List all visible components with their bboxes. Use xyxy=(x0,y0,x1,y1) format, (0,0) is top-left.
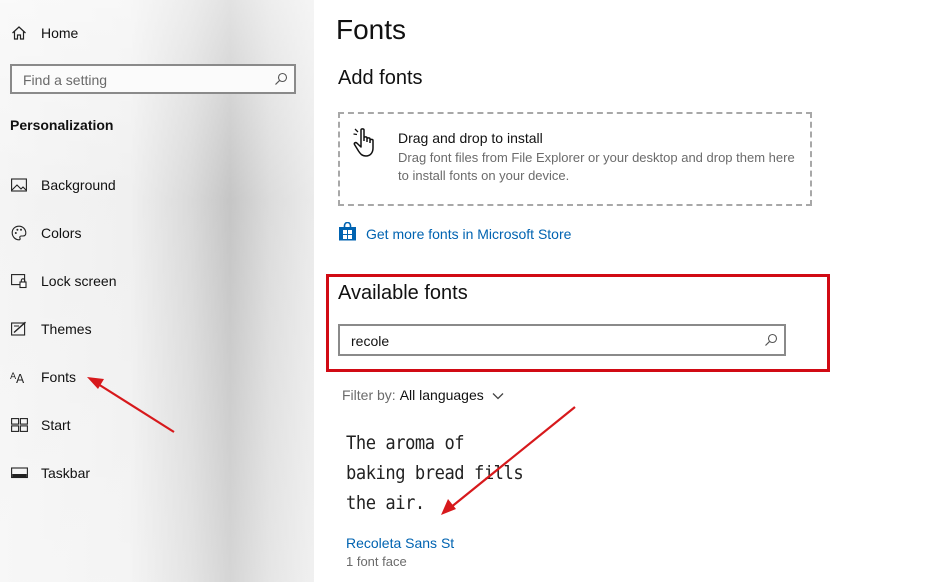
fonts-page: Fonts Add fonts Drag and drop to install… xyxy=(314,0,926,582)
available-fonts-heading: Available fonts xyxy=(338,282,468,304)
svg-text:A: A xyxy=(16,372,25,384)
sidebar-item-label: Background xyxy=(41,177,116,193)
language-filter[interactable]: Filter by: All languages xyxy=(342,387,504,403)
themes-icon xyxy=(10,320,28,338)
page-title: Fonts xyxy=(336,14,407,45)
font-drop-zone[interactable]: Drag and drop to install Drag font files… xyxy=(338,112,812,206)
home-icon xyxy=(10,24,28,42)
preview-line: baking bread fills xyxy=(346,462,524,484)
palette-icon xyxy=(10,224,28,242)
sidebar-item-label: Colors xyxy=(41,225,82,241)
find-setting-input[interactable]: Find a setting xyxy=(10,64,296,94)
sidebar-item-label: Home xyxy=(41,25,79,41)
sidebar-item-label: Start xyxy=(41,417,71,433)
sidebar-item-lock-screen[interactable]: Lock screen xyxy=(0,257,314,305)
start-icon xyxy=(10,416,28,434)
chevron-down-icon[interactable] xyxy=(492,387,504,403)
preview-line: the air. xyxy=(346,492,425,514)
hand-pointer-icon xyxy=(352,126,386,165)
sidebar-item-start[interactable]: Start xyxy=(0,401,314,449)
sidebar-item-taskbar[interactable]: Taskbar xyxy=(0,449,314,497)
taskbar-icon xyxy=(10,464,28,482)
filter-label: Filter by: xyxy=(342,387,396,403)
add-fonts-heading: Add fonts xyxy=(338,67,423,89)
sidebar-item-colors[interactable]: Colors xyxy=(0,209,314,257)
microsoft-store-link[interactable]: Get more fonts in Microsoft Store xyxy=(338,221,571,246)
sidebar-item-home[interactable]: Home xyxy=(0,9,314,57)
font-preview[interactable]: The aroma of baking bread fills the air. xyxy=(346,428,546,518)
sidebar-item-themes[interactable]: Themes xyxy=(0,305,314,353)
preview-line: The aroma of xyxy=(346,432,465,454)
sidebar-item-label: Fonts xyxy=(41,369,77,385)
sidebar-item-label: Taskbar xyxy=(41,465,91,481)
font-search-value: recole xyxy=(351,333,390,349)
drop-title: Drag and drop to install xyxy=(398,130,543,146)
store-icon xyxy=(338,221,357,246)
sidebar-item-background[interactable]: Background xyxy=(0,161,314,209)
font-search-input[interactable]: recole xyxy=(338,324,786,356)
picture-icon xyxy=(10,176,28,194)
font-name[interactable]: Recoleta Sans St xyxy=(346,535,454,551)
search-icon[interactable] xyxy=(274,72,288,91)
fonts-icon: AA xyxy=(10,368,28,386)
drop-description: Drag font files from File Explorer or yo… xyxy=(398,150,795,183)
sidebar-item-label: Lock screen xyxy=(41,273,117,289)
search-placeholder: Find a setting xyxy=(23,72,108,88)
section-title: Personalization xyxy=(10,117,114,133)
search-icon[interactable] xyxy=(764,333,778,352)
settings-sidebar: Home Find a setting Personalization Back… xyxy=(0,0,314,582)
sidebar-item-fonts[interactable]: AA Fonts xyxy=(0,353,314,401)
font-face-count: 1 font face xyxy=(346,554,407,569)
sidebar-item-label: Themes xyxy=(41,321,92,337)
store-link-label[interactable]: Get more fonts in Microsoft Store xyxy=(366,226,571,242)
lock-screen-icon xyxy=(10,272,28,290)
filter-value[interactable]: All languages xyxy=(400,387,484,403)
